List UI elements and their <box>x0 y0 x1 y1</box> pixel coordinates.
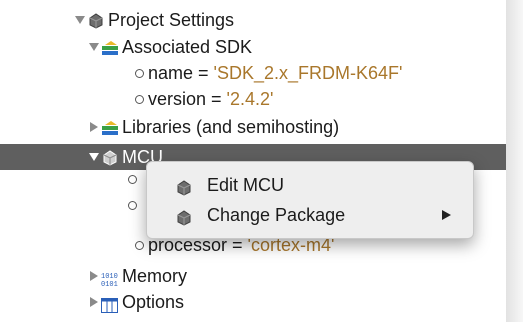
project-settings-tree: Project Settings Associated SDK name = '… <box>0 0 506 322</box>
menu-item-label: Change Package <box>207 205 346 225</box>
bullet-icon <box>135 69 144 78</box>
collapse-triangle[interactable] <box>90 122 98 132</box>
tree-node-options[interactable]: Options <box>0 289 506 315</box>
svg-text:0101: 0101 <box>101 281 118 287</box>
property-text: version = '2.4.2' <box>148 86 273 112</box>
menu-item-label: Edit MCU <box>207 175 285 195</box>
tree-node-sdk-name[interactable]: name = 'SDK_2.x_FRDM-K64F' <box>0 60 506 86</box>
tree-node-project-settings[interactable]: Project Settings <box>0 7 506 33</box>
bullet-icon <box>128 201 137 210</box>
tree-node-label: Libraries (and semihosting) <box>122 117 340 137</box>
gear-icon <box>101 148 119 174</box>
context-menu: Edit MCU Change Package <box>146 161 474 239</box>
collapse-triangle[interactable] <box>90 297 98 307</box>
menu-item-edit-mcu[interactable]: Edit MCU <box>147 170 473 200</box>
gear-icon <box>175 206 193 236</box>
sdk-icon <box>101 118 119 144</box>
property-key: name = <box>148 63 214 83</box>
collapse-triangle[interactable] <box>90 271 98 281</box>
menu-item-change-package[interactable]: Change Package <box>147 200 473 230</box>
tree-node-associated-sdk[interactable]: Associated SDK <box>0 34 506 60</box>
tree-node-label: Options <box>122 292 185 312</box>
property-value: 'SDK_2.x_FRDM-K64F' <box>213 63 403 83</box>
expand-triangle[interactable] <box>89 153 99 161</box>
table-icon <box>101 294 118 320</box>
expand-triangle[interactable] <box>89 43 99 51</box>
window-shadow-edge <box>506 0 523 322</box>
tree-node-memory[interactable]: 1010 0101 Memory <box>0 263 506 289</box>
tree-node-label: Project Settings <box>108 10 235 30</box>
property-text: name = 'SDK_2.x_FRDM-K64F' <box>148 60 402 86</box>
tree-node-label: Associated SDK <box>122 37 253 57</box>
bullet-icon <box>128 175 137 184</box>
tree-node-sdk-version[interactable]: version = '2.4.2' <box>0 86 506 112</box>
bullet-icon <box>135 241 144 250</box>
property-key: version = <box>148 89 227 109</box>
expand-triangle[interactable] <box>75 16 85 24</box>
tree-node-label: Memory <box>122 266 188 286</box>
tree-node-libraries[interactable]: Libraries (and semihosting) <box>0 114 506 140</box>
bullet-icon <box>135 95 144 104</box>
submenu-arrow-icon <box>442 210 451 220</box>
property-value: '2.4.2' <box>226 89 274 109</box>
svg-text:1010: 1010 <box>101 273 118 281</box>
